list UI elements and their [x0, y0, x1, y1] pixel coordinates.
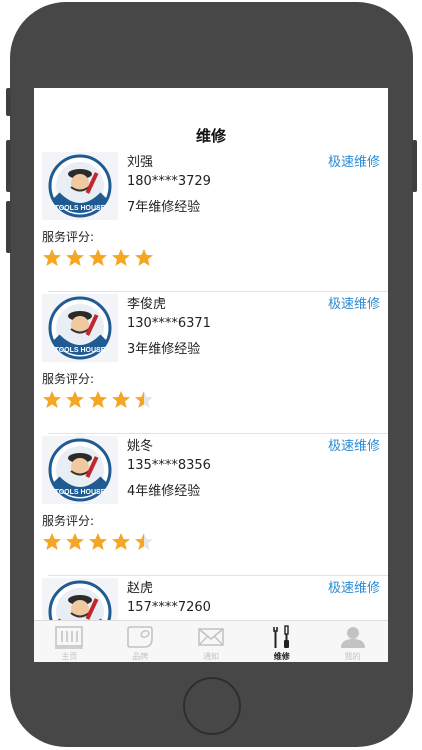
worker-list[interactable]: TOOLS HOUSE 刘强 180****3729 7年维修经验 极速维修 服…	[34, 150, 388, 620]
worker-experience: 4年维修经验	[127, 484, 201, 499]
quick-repair-button[interactable]: 极速维修	[328, 577, 380, 596]
star-icon	[43, 249, 61, 266]
user-icon	[340, 627, 365, 648]
tab-label: 品牌	[132, 652, 149, 661]
rating-label: 服务评分:	[42, 230, 95, 244]
logo-text: TOOLS HOUSE	[55, 347, 106, 354]
tab-home[interactable]: 主页	[34, 621, 105, 662]
tab-label: 我的	[344, 652, 361, 661]
brand-tag-icon	[127, 626, 153, 648]
star-icon	[135, 391, 153, 408]
worker-name: 李俊虎	[127, 297, 167, 312]
mail-icon	[198, 628, 224, 646]
worker-name: 赵虎	[127, 581, 154, 596]
mute-switch	[6, 88, 11, 116]
worker-phone: 157****7260	[127, 600, 211, 615]
tools-house-logo: TOOLS HOUSE	[48, 296, 112, 360]
star-icon	[43, 533, 61, 550]
star-icon	[89, 391, 107, 408]
tab-label: 主页	[61, 652, 78, 661]
worker-experience: 7年维修经验	[127, 200, 201, 215]
tab-notifications[interactable]: 通知	[176, 621, 247, 662]
tab-label: 通知	[202, 652, 219, 661]
logo-text: TOOLS HOUSE	[55, 205, 106, 212]
quick-repair-button[interactable]: 极速维修	[328, 151, 380, 170]
rating-label: 服务评分:	[42, 514, 95, 528]
worker-name: 刘强	[127, 155, 154, 170]
tab-label: 维修	[273, 652, 290, 661]
volume-up-button	[6, 140, 11, 192]
tools-house-logo: TOOLS HOUSE	[48, 154, 112, 218]
quick-repair-button[interactable]: 极速维修	[328, 435, 380, 454]
star-icon	[66, 391, 84, 408]
tools-house-logo: TOOLS HOUSE	[48, 580, 112, 620]
bottom-tab-bar: 主页 品牌 通知 维修 我的	[34, 620, 388, 662]
home-grid-icon	[55, 626, 84, 649]
worker-experience: 3年维修经验	[127, 342, 201, 357]
star-icon	[66, 249, 84, 266]
worker-avatar: TOOLS HOUSE	[42, 436, 118, 504]
star-icon	[112, 533, 130, 550]
star-icon	[66, 533, 84, 550]
tab-mine[interactable]: 我的	[317, 621, 388, 662]
power-button	[412, 140, 417, 192]
star-icon	[112, 391, 130, 408]
star-rating	[42, 532, 154, 551]
tools-house-logo: TOOLS HOUSE	[48, 438, 112, 502]
worker-phone: 180****3729	[127, 174, 211, 189]
logo-text: TOOLS HOUSE	[55, 489, 106, 496]
wrench-screwdriver-icon	[272, 625, 289, 648]
worker-card[interactable]: TOOLS HOUSE 李俊虎 130****6371 3年维修经验 极速维修 …	[34, 292, 388, 434]
star-icon	[89, 533, 107, 550]
star-icon	[135, 533, 153, 550]
worker-card[interactable]: TOOLS HOUSE 赵虎 157****7260 极速维修	[34, 576, 388, 620]
star-icon	[89, 249, 107, 266]
tab-brand[interactable]: 品牌	[105, 621, 176, 662]
star-icon	[43, 391, 61, 408]
worker-card[interactable]: TOOLS HOUSE 姚冬 135****8356 4年维修经验 极速维修 服…	[34, 434, 388, 576]
worker-phone: 130****6371	[127, 316, 211, 331]
worker-avatar: TOOLS HOUSE	[42, 578, 118, 620]
worker-card[interactable]: TOOLS HOUSE 刘强 180****3729 7年维修经验 极速维修 服…	[34, 150, 388, 292]
home-button[interactable]	[183, 677, 241, 735]
star-icon	[135, 249, 153, 266]
worker-phone: 135****8356	[127, 458, 211, 473]
worker-avatar: TOOLS HOUSE	[42, 294, 118, 362]
volume-down-button	[6, 201, 11, 253]
rating-label: 服务评分:	[42, 372, 95, 386]
star-icon	[112, 249, 130, 266]
tab-repair[interactable]: 维修	[246, 621, 317, 662]
page-title: 维修	[195, 127, 226, 145]
quick-repair-button[interactable]: 极速维修	[328, 293, 380, 312]
worker-name: 姚冬	[127, 439, 154, 454]
star-rating	[42, 248, 154, 267]
worker-avatar: TOOLS HOUSE	[42, 152, 118, 220]
star-rating	[42, 390, 154, 409]
app-screen: 维修 TOOLS HOUSE 刘强 180****3729 7年维修经验 极速维…	[34, 88, 388, 662]
